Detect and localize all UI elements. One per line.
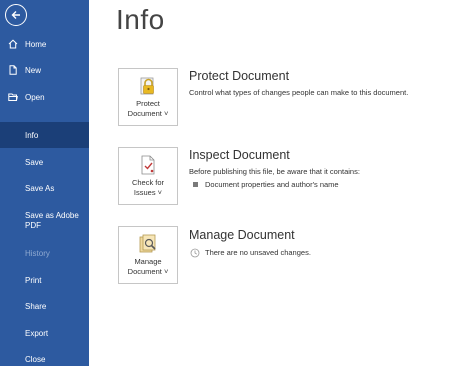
sidebar-item-label: History [25, 249, 50, 258]
document-status-icon [190, 248, 200, 258]
open-folder-icon [8, 93, 18, 101]
manage-document-heading: Manage Document [189, 228, 295, 242]
protect-document-heading: Protect Document [189, 69, 290, 83]
check-document-icon [141, 155, 155, 175]
inspect-document-bullet: Document properties and author's name [205, 180, 339, 189]
sidebar-item-label: New [25, 66, 42, 75]
backstage-sidebar: Home New Open Info Save Save As Save as … [0, 0, 89, 366]
sidebar-item-save-as[interactable]: Save As [0, 183, 89, 195]
sidebar-item-share[interactable]: Share [0, 301, 89, 313]
sidebar-item-history: History [0, 248, 89, 260]
tile-label-line1: Check for [131, 178, 165, 187]
tile-label-line2: Document ˅ [127, 109, 169, 118]
home-icon [8, 39, 18, 49]
sidebar-item-label: Open [25, 93, 45, 102]
protect-document-button[interactable]: Protect Document ˅ [118, 68, 178, 126]
sidebar-item-label: Share [25, 302, 47, 311]
sidebar-item-label: Home [25, 40, 47, 49]
check-for-issues-button[interactable]: Check for Issues ˅ [118, 147, 178, 205]
tile-label-line1: Manage [134, 257, 162, 266]
sidebar-item-label-line2: PDF [25, 221, 41, 230]
sidebar-item-save[interactable]: Save [0, 157, 89, 169]
sidebar-item-label: Export [25, 329, 49, 338]
inspect-document-heading: Inspect Document [189, 148, 290, 162]
tile-label-line2: Document ˅ [127, 267, 169, 276]
protect-document-description: Control what types of changes people can… [189, 88, 409, 97]
sidebar-item-label: Save [25, 158, 44, 167]
sidebar-item-info[interactable]: Info [0, 130, 89, 142]
manage-document-button[interactable]: Manage Document ˅ [118, 226, 178, 284]
sidebar-item-save-as-adobe-pdf[interactable]: Save as Adobe PDF [0, 210, 89, 232]
lock-icon [140, 77, 154, 95]
manage-document-status: There are no unsaved changes. [205, 248, 311, 257]
sidebar-item-label: Info [25, 131, 39, 140]
sidebar-item-export[interactable]: Export [0, 328, 89, 340]
sidebar-item-label: Save As [25, 184, 55, 193]
sidebar-item-close[interactable]: Close [0, 354, 89, 366]
back-arrow-icon [11, 11, 20, 19]
back-button[interactable] [5, 4, 27, 26]
sidebar-item-new[interactable]: New [0, 65, 89, 77]
inspect-document-description: Before publishing this file, be aware th… [189, 167, 360, 176]
sidebar-item-home[interactable]: Home [0, 39, 89, 51]
tile-label-line2: Issues ˅ [133, 188, 163, 197]
sidebar-item-label: Save as Adobe [25, 211, 79, 220]
sidebar-item-print[interactable]: Print [0, 275, 89, 287]
page-title: Info [116, 4, 165, 35]
manage-document-icon [139, 234, 156, 253]
bullet-marker [193, 182, 198, 187]
sidebar-item-open[interactable]: Open [0, 92, 89, 104]
sidebar-item-label: Print [25, 276, 42, 285]
new-document-icon [9, 65, 17, 75]
backstage-view: Home New Open Info Save Save As Save as … [0, 0, 474, 366]
sidebar-item-label: Close [25, 355, 46, 364]
tile-label-line1: Protect [136, 99, 160, 108]
